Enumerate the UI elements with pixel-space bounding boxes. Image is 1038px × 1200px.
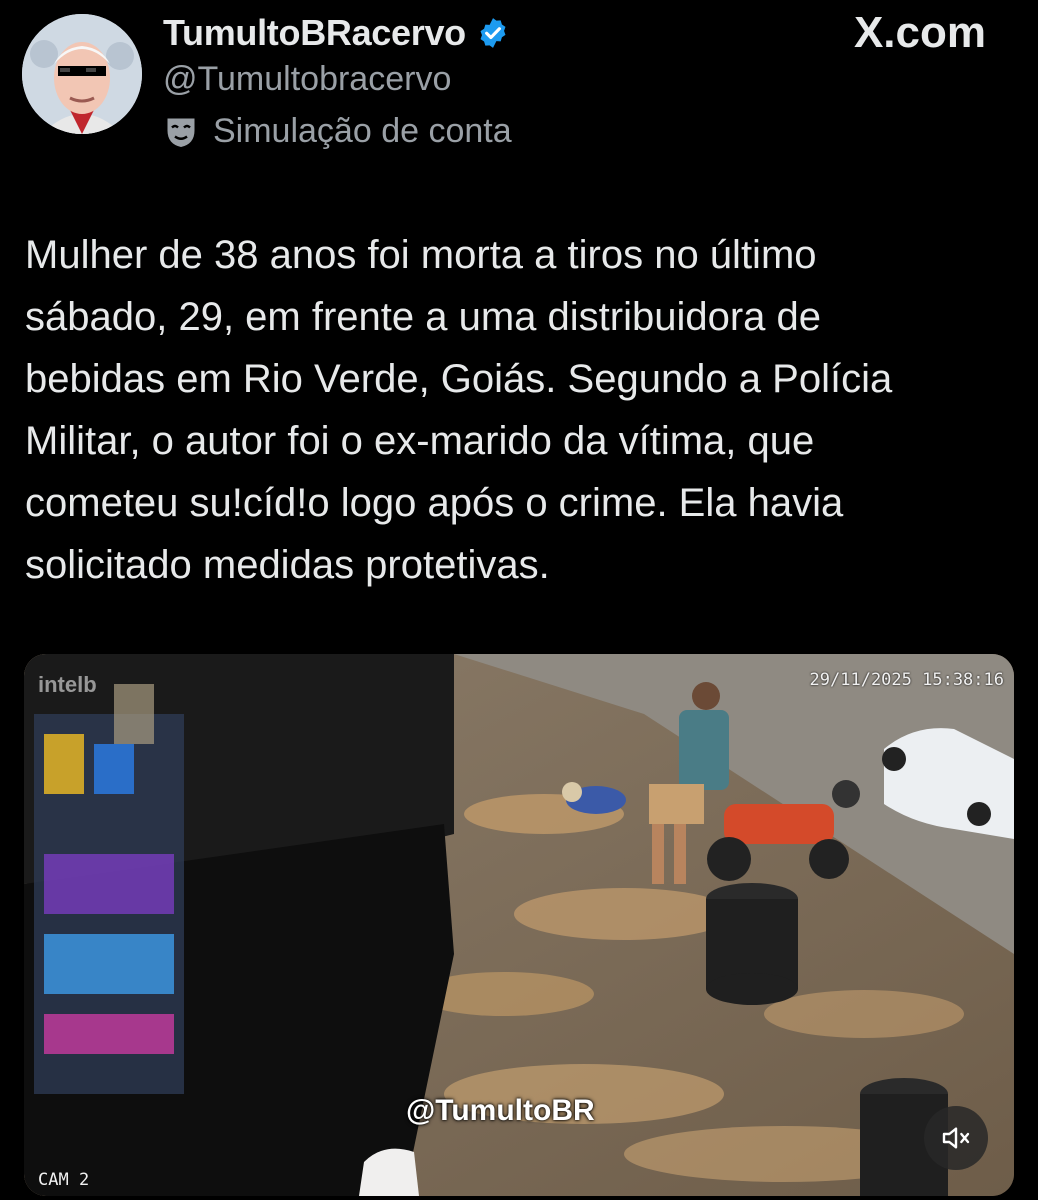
avatar-image [22, 14, 142, 134]
video-watermark: @TumultoBR [406, 1094, 595, 1127]
source-site: X.com [853, 8, 986, 57]
author-handle[interactable]: @Tumultobracervo [163, 60, 451, 99]
speaker-muted-icon [942, 1127, 970, 1149]
camera-brand: intelb [38, 672, 97, 697]
avatar[interactable] [22, 14, 142, 134]
source-logo: X.com [854, 8, 986, 58]
account-label: Simulação de conta [163, 112, 512, 151]
theater-mask-icon [167, 118, 195, 147]
mute-button[interactable] [924, 1106, 988, 1170]
author-name-row: TumultoBRacervo [163, 12, 510, 54]
camera-label: CAM 2 [38, 1170, 90, 1190]
tweet-video[interactable]: intelb 29/11/2025 15:38:16 CAM 2 @Tumult… [24, 654, 1014, 1196]
tweet-text: Mulher de 38 anos foi morta a tiros no ú… [25, 233, 893, 587]
video-timestamp: 29/11/2025 15:38:16 [809, 670, 1004, 690]
account-label-text: Simulação de conta [213, 112, 512, 150]
verified-badge-icon [480, 18, 506, 48]
author-display-name[interactable]: TumultoBRacervo [163, 12, 466, 54]
